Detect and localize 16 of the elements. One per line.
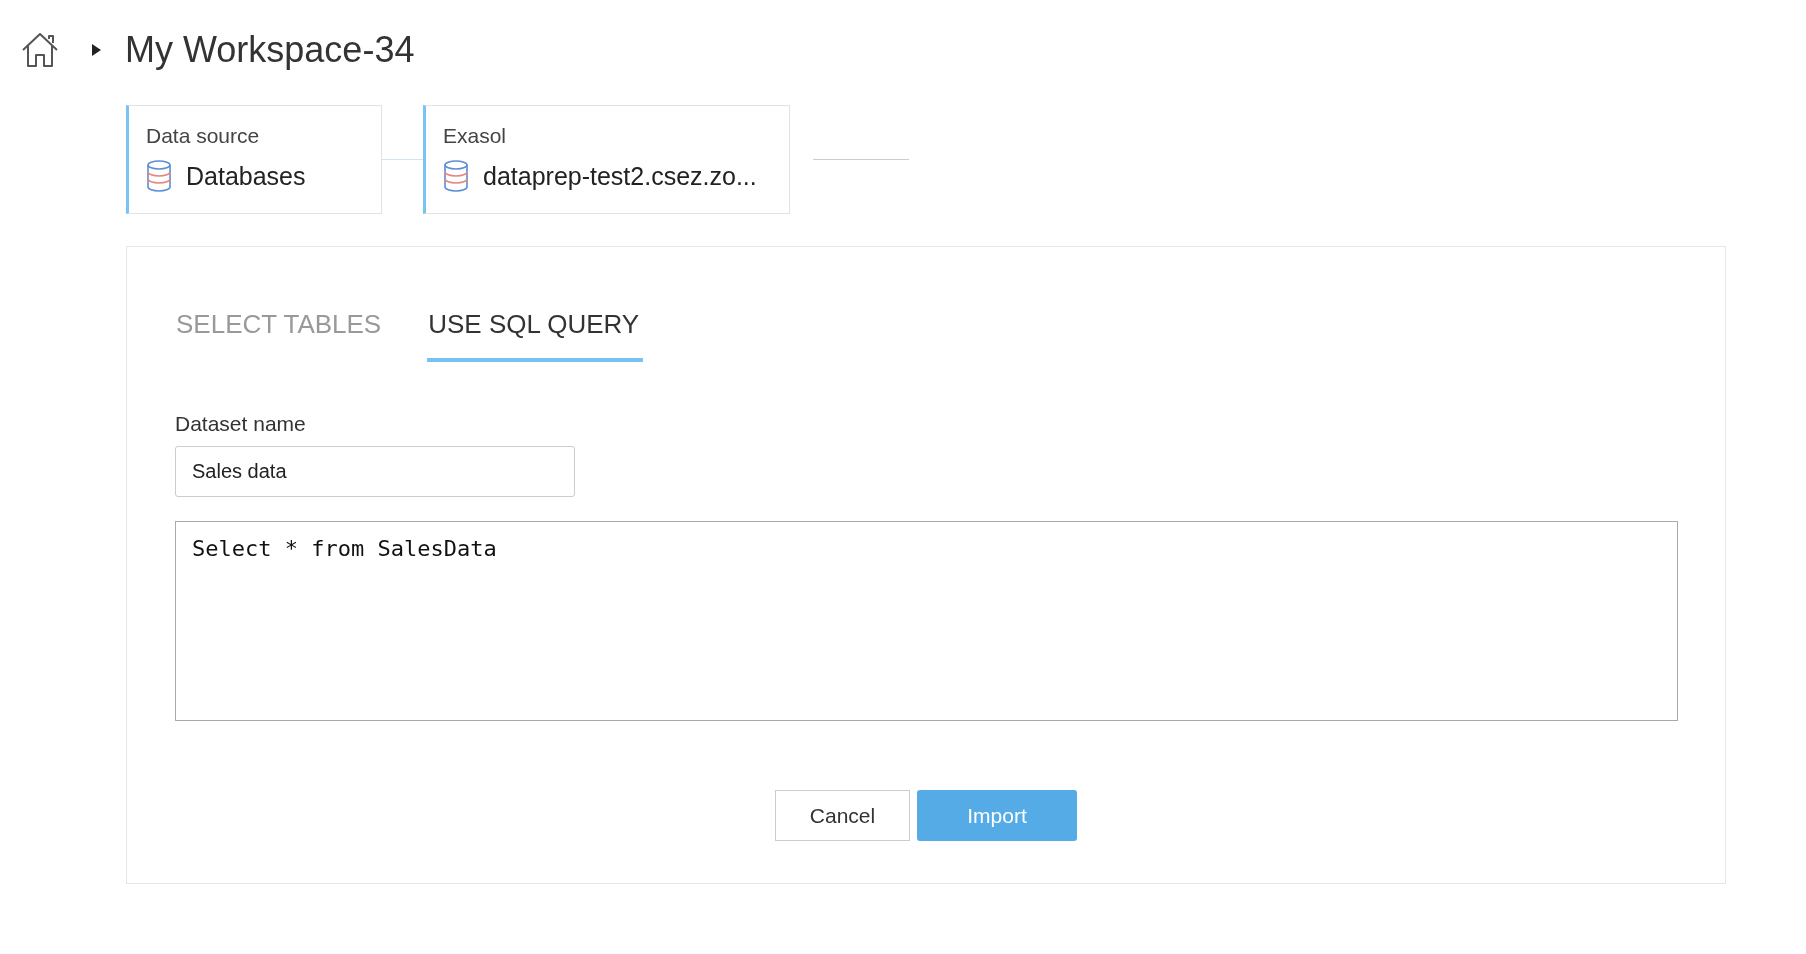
- step-value: dataprep-test2.csez.zo...: [483, 161, 757, 191]
- step-value: Databases: [186, 161, 306, 191]
- step-label: Data source: [146, 124, 261, 148]
- cancel-button[interactable]: Cancel: [775, 790, 910, 841]
- database-icon: [146, 160, 172, 192]
- home-icon[interactable]: [20, 31, 60, 69]
- workspace-title: My Workspace-34: [125, 29, 415, 71]
- field-label: Dataset name: [175, 412, 307, 436]
- caret-icon: [92, 44, 101, 56]
- dataset-name-field[interactable]: Sales data: [175, 446, 575, 497]
- database-icon: [443, 160, 469, 192]
- step-label: Exasol: [443, 124, 508, 148]
- step-card[interactable]: Exasol dataprep-test2.csez.zo...: [423, 105, 790, 214]
- step-card[interactable]: Data source Databases: [126, 105, 382, 214]
- sql-query-field[interactable]: Select * from SalesData: [175, 521, 1678, 721]
- tab[interactable]: USE SQL QUERY: [427, 297, 644, 362]
